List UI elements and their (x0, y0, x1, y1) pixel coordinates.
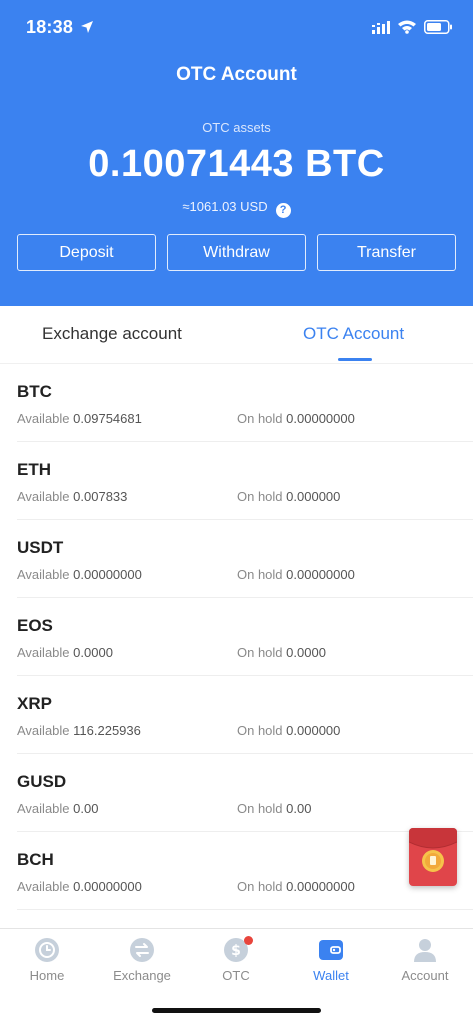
available-label: Available (17, 801, 70, 816)
on-hold-value: 0.000000 (286, 723, 341, 738)
tab-otc-account[interactable]: OTC Account (303, 324, 404, 344)
asset-available: Available 116.225936 (17, 723, 141, 738)
on-hold-label: On hold (237, 645, 283, 660)
nav-account[interactable]: Account (380, 937, 470, 983)
deposit-button[interactable]: Deposit (17, 234, 156, 271)
on-hold-value: 0.00000000 (286, 879, 355, 894)
asset-available: Available 0.09754681 (17, 411, 142, 426)
cellular-signal-icon (372, 21, 390, 34)
red-envelope-icon (409, 828, 457, 872)
asset-on-hold: On hold 0.00 (237, 801, 311, 816)
asset-name: BCH (17, 850, 54, 869)
asset-row-gusd[interactable]: GUSD Available 0.00 On hold 0.00 (17, 754, 473, 832)
swap-icon (130, 938, 154, 962)
status-bar: 18:38 (0, 0, 473, 56)
asset-row-bch[interactable]: BCH Available 0.00000000 On hold 0.00000… (17, 832, 473, 910)
usd-equivalent-row: ≈1061.03 USD? (0, 199, 473, 218)
location-arrow-icon (81, 21, 93, 33)
available-label: Available (17, 411, 70, 426)
available-label: Available (17, 879, 70, 894)
asset-row-xrp[interactable]: XRP Available 116.225936 On hold 0.00000… (17, 676, 473, 754)
person-icon (414, 939, 436, 962)
asset-name: XRP (17, 694, 52, 713)
svg-text:$: $ (231, 943, 241, 959)
nav-label: Exchange (113, 968, 171, 983)
withdraw-button[interactable]: Withdraw (167, 234, 306, 271)
asset-on-hold: On hold 0.0000 (237, 645, 326, 660)
battery-icon (424, 20, 452, 34)
nav-wallet[interactable]: Wallet (286, 937, 376, 983)
nav-label: Account (401, 968, 449, 983)
asset-name: BTC (17, 382, 52, 401)
wallet-icon (319, 940, 343, 960)
asset-on-hold: On hold 0.00000000 (237, 411, 355, 426)
on-hold-label: On hold (237, 489, 283, 504)
nav-home[interactable]: Home (2, 937, 92, 983)
on-hold-label: On hold (237, 567, 283, 582)
on-hold-label: On hold (237, 411, 283, 426)
on-hold-value: 0.0000 (286, 645, 326, 660)
asset-available: Available 0.00000000 (17, 879, 142, 894)
clock-icon (35, 938, 59, 962)
account-header: 18:38 OTC Account OTC assets 0.10071443 … (0, 0, 473, 306)
nav-label: Home (29, 968, 65, 983)
available-value: 0.09754681 (73, 411, 142, 426)
page-title: OTC Account (176, 64, 297, 85)
usd-equivalent: ≈1061.03 USD (182, 199, 268, 214)
nav-label: Wallet (313, 968, 349, 983)
available-value: 0.00000000 (73, 567, 142, 582)
available-label: Available (17, 723, 70, 738)
nav-otc[interactable]: $ OTC (191, 936, 281, 983)
home-indicator (152, 1008, 321, 1013)
on-hold-value: 0.00 (286, 801, 312, 816)
status-time: 18:38 (26, 17, 74, 37)
available-value: 0.00 (73, 801, 99, 816)
active-tab-indicator (338, 358, 372, 361)
available-value: 0.007833 (73, 489, 128, 504)
notification-badge (244, 936, 253, 945)
on-hold-label: On hold (237, 879, 283, 894)
nav-label: OTC (222, 968, 250, 983)
on-hold-label: On hold (237, 723, 283, 738)
available-value: 0.0000 (73, 645, 113, 660)
asset-row-eth[interactable]: ETH Available 0.007833 On hold 0.000000 (17, 442, 473, 520)
asset-name: ETH (17, 460, 51, 479)
available-label: Available (17, 645, 70, 660)
on-hold-value: 0.00000000 (286, 411, 355, 426)
asset-row-usdt[interactable]: USDT Available 0.00000000 On hold 0.0000… (17, 520, 473, 598)
asset-row-btc[interactable]: BTC Available 0.09754681 On hold 0.00000… (17, 364, 473, 442)
available-value: 116.225936 (73, 723, 141, 738)
asset-row-eos[interactable]: EOS Available 0.0000 On hold 0.0000 (17, 598, 473, 676)
asset-on-hold: On hold 0.00000000 (237, 879, 355, 894)
tab-exchange-account[interactable]: Exchange account (42, 324, 182, 344)
assets-label: OTC assets (202, 120, 271, 135)
asset-on-hold: On hold 0.000000 (237, 723, 340, 738)
nav-exchange[interactable]: Exchange (97, 937, 187, 983)
asset-on-hold: On hold 0.000000 (237, 489, 340, 504)
asset-available: Available 0.00000000 (17, 567, 142, 582)
asset-available: Available 0.007833 (17, 489, 127, 504)
asset-name: EOS (17, 616, 53, 635)
asset-name: GUSD (17, 772, 67, 791)
on-hold-label: On hold (237, 801, 283, 816)
available-value: 0.00000000 (73, 879, 142, 894)
assets-total-value: 0.10071443 BTC (88, 143, 385, 185)
available-label: Available (17, 489, 70, 504)
asset-available: Available 0.00 (17, 801, 98, 816)
help-icon[interactable]: ? (275, 203, 291, 218)
asset-name: USDT (17, 538, 64, 557)
asset-available: Available 0.0000 (17, 645, 113, 660)
account-tabs: Exchange account OTC Account (0, 306, 473, 364)
wifi-icon (398, 20, 416, 34)
transfer-button[interactable]: Transfer (317, 234, 456, 271)
available-label: Available (17, 567, 70, 582)
on-hold-value: 0.00000000 (286, 567, 355, 582)
red-envelope-button[interactable] (409, 828, 457, 886)
asset-on-hold: On hold 0.00000000 (237, 567, 355, 582)
on-hold-value: 0.000000 (286, 489, 341, 504)
